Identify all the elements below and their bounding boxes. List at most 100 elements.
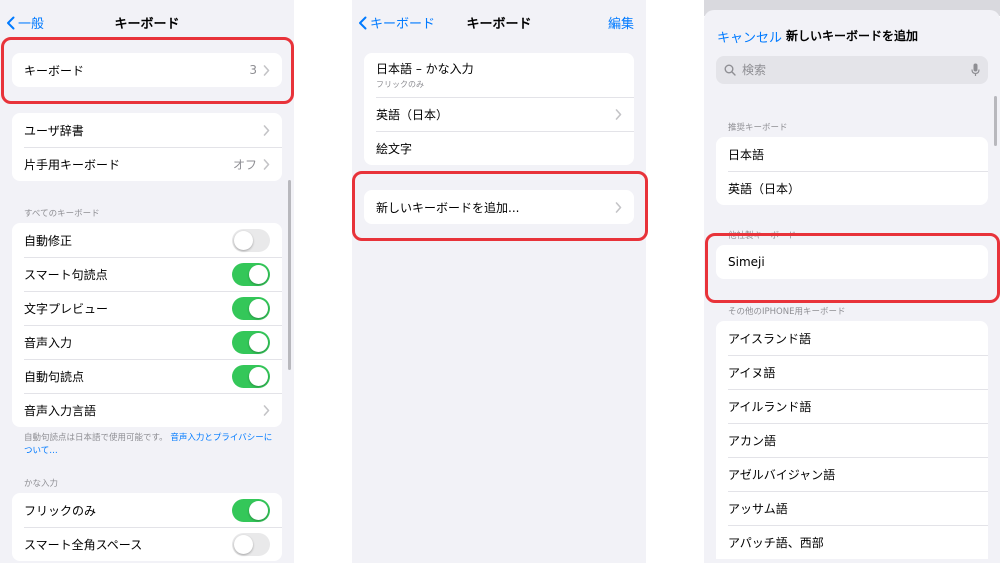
- row-label: 片手用キーボード: [24, 157, 121, 172]
- section-header: その他のIPHONE用キーボード: [728, 307, 846, 317]
- row-value: オフ: [232, 157, 257, 172]
- keyboard-item[interactable]: 絵文字: [364, 131, 634, 165]
- keyboard-name: Simeji: [728, 255, 765, 269]
- row-label: キーボード: [24, 63, 85, 78]
- keyboard-option[interactable]: アゼルバイジャン語: [716, 457, 988, 491]
- section-header: 推奨キーボード: [728, 123, 788, 133]
- user-dictionary-row[interactable]: ユーザ辞書: [12, 113, 282, 147]
- keyboards-list-screen: キーボード キーボード 編集 日本語 – かな入力 フリックのみ 英語（日本） …: [352, 0, 646, 563]
- edit-button[interactable]: 編集: [608, 13, 634, 32]
- installed-keyboards-group: 日本語 – かな入力 フリックのみ 英語（日本） 絵文字: [364, 53, 634, 165]
- smart-fullwidth-space-toggle[interactable]: [232, 532, 270, 556]
- keyboard-option-simeji[interactable]: Simeji: [716, 245, 988, 279]
- keyboard-option[interactable]: アイヌ語: [716, 355, 988, 389]
- keyboard-name: アパッチ語、西部: [728, 535, 824, 550]
- back-label: 一般: [18, 17, 45, 32]
- chevron-right-icon: [615, 201, 622, 213]
- keyboard-name: アイヌ語: [728, 365, 776, 380]
- chevron-left-icon: [359, 16, 367, 29]
- chevron-right-icon: [263, 404, 270, 416]
- scroll-indicator[interactable]: [288, 180, 291, 370]
- section-header: すべてのキーボード: [24, 209, 100, 219]
- row-label: スマート全角スペース: [24, 537, 143, 552]
- keyboard-name: アゼルバイジャン語: [728, 467, 836, 482]
- add-keyboard-group: 新しいキーボードを追加...: [364, 190, 634, 224]
- kana-group: フリックのみ スマート全角スペース: [12, 493, 282, 561]
- row-label: 文字プレビュー: [24, 301, 109, 316]
- keyboard-name: アイルランド語: [728, 399, 812, 414]
- chevron-left-icon: [7, 16, 15, 29]
- search-input[interactable]: [740, 62, 971, 78]
- smart-punctuation-toggle[interactable]: [232, 262, 270, 286]
- microphone-icon[interactable]: [971, 63, 980, 77]
- row-label: フリックのみ: [24, 503, 97, 518]
- auto-correction-row: 自動修正: [12, 223, 282, 257]
- keyboard-name: 日本語 – かな入力: [376, 62, 474, 76]
- keyboard-option[interactable]: アイルランド語: [716, 389, 988, 423]
- keyboard-settings-screen: 一般 キーボード キーボード 3 ユーザ辞書 片手用キーボード オフ すべてのキ…: [0, 0, 294, 563]
- smart-punctuation-row: スマート句読点: [12, 257, 282, 291]
- keyboard-name: 日本語: [728, 147, 765, 162]
- row-label: 自動句読点: [24, 369, 85, 384]
- keyboard-option[interactable]: アカン語: [716, 423, 988, 457]
- nav-bar: 一般 キーボード: [0, 0, 294, 44]
- keyboard-option[interactable]: アパッチ語、西部: [716, 525, 988, 559]
- back-button[interactable]: キーボード: [358, 13, 435, 32]
- suggested-keyboards-group: 日本語 英語（日本）: [716, 137, 988, 205]
- row-label: 新しいキーボードを追加...: [376, 200, 520, 215]
- row-value: 3: [249, 63, 257, 77]
- section-header: かな入力: [24, 479, 59, 489]
- smart-fullwidth-space-row: スマート全角スペース: [12, 527, 282, 561]
- dictionary-group: ユーザ辞書 片手用キーボード オフ: [12, 113, 282, 181]
- auto-punctuation-row: 自動句読点: [12, 359, 282, 393]
- character-preview-toggle[interactable]: [232, 296, 270, 320]
- keyboard-name: 英語（日本）: [728, 181, 801, 196]
- keyboard-name: アカン語: [728, 433, 777, 448]
- dictation-row: 音声入力: [12, 325, 282, 359]
- keyboard-option[interactable]: 日本語: [716, 137, 988, 171]
- nav-bar: キーボード キーボード 編集: [352, 0, 646, 44]
- chevron-right-icon: [263, 158, 270, 170]
- row-label: 音声入力言語: [24, 403, 97, 418]
- dictation-toggle[interactable]: [232, 330, 270, 354]
- keyboard-sub: フリックのみ: [376, 80, 424, 89]
- page-title: キーボード: [114, 17, 180, 32]
- keyboard-name: 絵文字: [376, 141, 413, 156]
- keyboard-item[interactable]: 日本語 – かな入力 フリックのみ: [364, 53, 634, 97]
- one-handed-keyboard-row[interactable]: 片手用キーボード オフ: [12, 147, 282, 181]
- section-header: 他社製キーボード: [728, 231, 797, 241]
- chevron-right-icon: [263, 64, 270, 76]
- chevron-right-icon: [615, 108, 622, 120]
- keyboard-item[interactable]: 英語（日本）: [364, 97, 634, 131]
- cancel-button[interactable]: キャンセル: [717, 27, 782, 46]
- add-keyboard-screen: キャンセル 新しいキーボードを追加 推奨キーボード 日本語 英語（日本） 他社製…: [704, 0, 1000, 563]
- third-party-keyboards-group: Simeji: [716, 245, 988, 279]
- keyboards-group: キーボード 3: [12, 53, 282, 87]
- keyboard-name: アイスランド語: [728, 331, 812, 346]
- row-label: ユーザ辞書: [24, 123, 84, 138]
- dictation-languages-row[interactable]: 音声入力言語: [12, 393, 282, 427]
- add-keyboard-row[interactable]: 新しいキーボードを追加...: [364, 190, 634, 224]
- scroll-indicator[interactable]: [994, 96, 997, 146]
- page-title: 新しいキーボードを追加: [786, 29, 919, 43]
- footnote-text: 自動句読点は日本語で使用可能です。: [24, 433, 168, 443]
- back-button[interactable]: 一般: [6, 13, 44, 32]
- keyboard-option[interactable]: アイスランド語: [716, 321, 988, 355]
- search-field[interactable]: [716, 56, 988, 84]
- search-icon: [724, 64, 736, 76]
- row-label: 音声入力: [24, 335, 73, 350]
- keyboards-row[interactable]: キーボード 3: [12, 53, 282, 87]
- row-label: 自動修正: [24, 233, 73, 248]
- keyboard-option[interactable]: アッサム語: [716, 491, 988, 525]
- auto-correction-toggle[interactable]: [232, 228, 270, 252]
- auto-punctuation-toggle[interactable]: [232, 364, 270, 388]
- keyboard-name: アッサム語: [728, 501, 788, 516]
- keyboard-option[interactable]: 英語（日本）: [716, 171, 988, 205]
- chevron-right-icon: [263, 124, 270, 136]
- flick-only-toggle[interactable]: [232, 498, 270, 522]
- character-preview-row: 文字プレビュー: [12, 291, 282, 325]
- row-label: スマート句読点: [24, 267, 108, 282]
- footnote: 自動句読点は日本語で使用可能です。 音声入力とプライバシーについて…: [24, 432, 280, 458]
- flick-only-row: フリックのみ: [12, 493, 282, 527]
- keyboard-name: 英語（日本）: [376, 107, 449, 122]
